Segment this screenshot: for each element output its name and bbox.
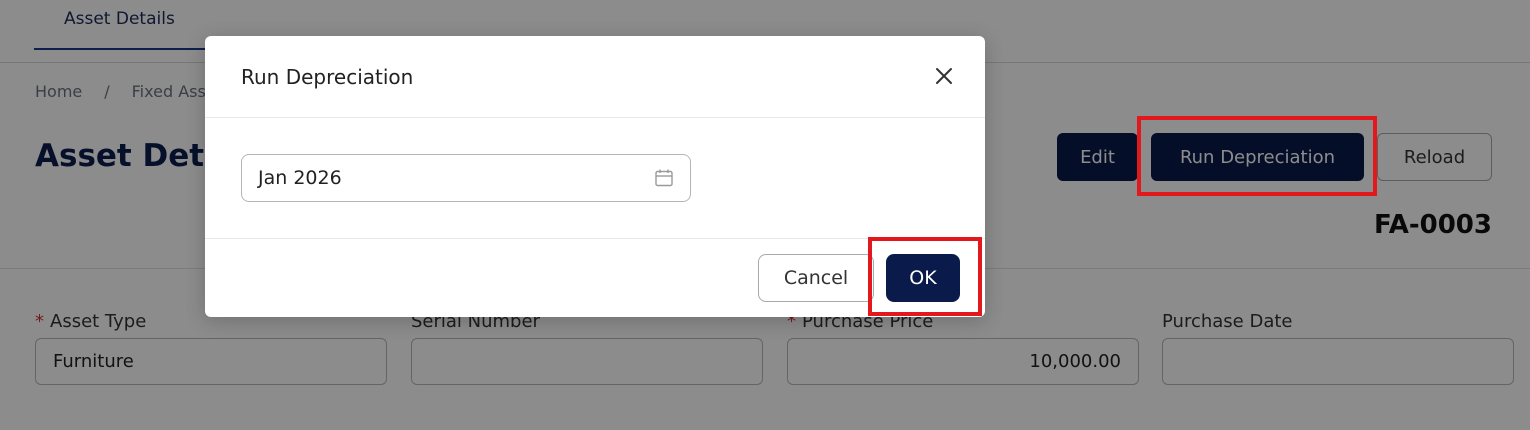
period-date-picker[interactable]: Jan 2026: [241, 154, 691, 202]
ok-button[interactable]: OK: [886, 254, 960, 302]
dialog-header-divider: [205, 117, 985, 118]
dialog-title: Run Depreciation: [241, 65, 414, 89]
run-depreciation-dialog: Run Depreciation Jan 2026 Cancel OK: [205, 36, 985, 317]
cancel-button[interactable]: Cancel: [758, 254, 874, 302]
close-icon[interactable]: [932, 64, 956, 88]
dialog-footer-divider: [205, 238, 985, 239]
calendar-icon[interactable]: [654, 168, 674, 188]
period-value: Jan 2026: [258, 167, 342, 189]
